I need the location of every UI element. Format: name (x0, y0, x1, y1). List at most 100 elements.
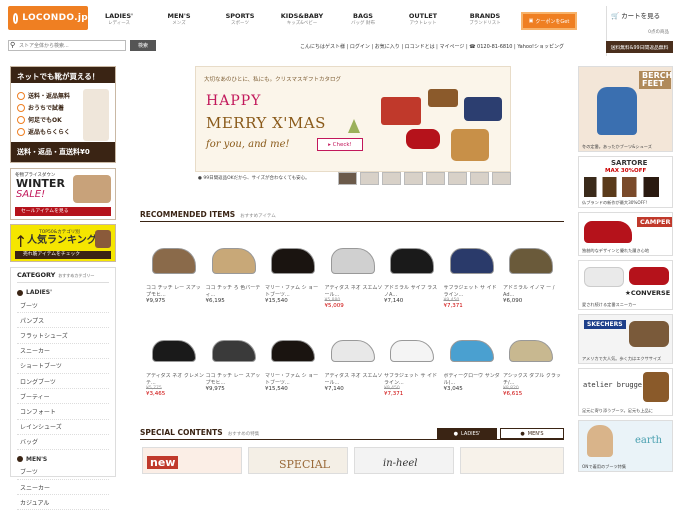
boot-image (643, 372, 669, 402)
logo-mark-icon (13, 12, 19, 24)
special-promo[interactable]: in-heel (354, 447, 454, 474)
category-item[interactable]: スニーカー (17, 480, 109, 496)
special-promo[interactable] (460, 447, 564, 474)
category-item[interactable]: コンフォート (17, 404, 109, 420)
product-card[interactable]: ココ チッチ ろ 色パーティ... ¥6,195 (206, 238, 264, 304)
winter-sale-banner[interactable]: 冬物プライスダウン WINTER SALE! セールアイテムを見る (10, 168, 116, 220)
free-shipping-badge[interactable]: 送料無料&99日間返品無料 (606, 41, 673, 53)
tab-mens[interactable]: ● MEN'S (500, 428, 564, 439)
right-banner-sartore[interactable]: SARTORE MAX 30%OFF 仏ブランドの新作が最大30%OFF! (578, 156, 673, 208)
nav-ladies[interactable]: LADIES' レディース (100, 12, 138, 28)
search-input[interactable] (8, 40, 126, 51)
nav-label: BRANDS (469, 12, 501, 20)
product-name: サフラジェット サ イドライン... (443, 285, 497, 298)
product-name: アドミラル イノマ ー / Ad... (503, 285, 555, 298)
delivery-illustration (83, 89, 109, 141)
boots-image (73, 175, 111, 203)
logo[interactable]: LOCONDO.jp (8, 6, 88, 30)
right-banner-berch[interactable]: BERCH FEET 冬の定番。あったかブーツ&シューズ (578, 66, 673, 152)
category-item[interactable]: ブーツ (17, 298, 109, 314)
right-banner-camper[interactable]: CAMPER 独創的なデザインと優れた履き心地 (578, 212, 673, 256)
category-item[interactable]: フラットシューズ (17, 328, 109, 344)
product-card[interactable]: アシックス ダブル クラッチ/... ¥8,820 ¥6,615 (503, 326, 561, 397)
top-links[interactable]: こんにちはゲスト様 | ログイン | お気に入り | ロコンドとは | マイペー… (300, 43, 564, 50)
sneaker-image (584, 267, 624, 287)
nav-kids[interactable]: KIDS&BABY キッズ&ベビー (278, 12, 326, 28)
nav-label: MEN'S (167, 12, 191, 20)
nav-brands[interactable]: BRANDS ブランドリスト (463, 12, 507, 28)
category-item[interactable]: バッグ (17, 435, 109, 450)
product-sale-price: ¥5,009 (324, 303, 344, 309)
category-item[interactable]: ブーティー (17, 389, 109, 405)
banner-thumb[interactable] (470, 172, 489, 185)
tab-ladies[interactable]: ● LADIES' (437, 428, 497, 439)
search-button[interactable]: 検索 (130, 40, 156, 51)
category-item[interactable]: ショートブーツ (17, 359, 109, 374)
cart-link[interactable]: 🛒 カートを見る (611, 10, 669, 20)
banner-thumb[interactable] (382, 172, 401, 185)
special-promo[interactable]: SPECIAL (248, 447, 348, 474)
product-price: ¥7,140 (384, 298, 404, 304)
campaign-box[interactable]: ネットでも靴が買える！ 送料・返品無料 おうちで試着 何足でもOK 返品もらくら… (10, 66, 116, 163)
check-button[interactable]: ▸ Check! (317, 138, 363, 151)
right-title: BERCH FEET (639, 71, 672, 89)
category-item[interactable]: ブーツ (17, 465, 109, 481)
product-card[interactable]: ココ チッチ レー スアップモヒ... ¥9,975 (146, 238, 204, 304)
product-price: ¥7,140 (324, 386, 344, 392)
banner-thumb[interactable] (492, 172, 511, 185)
product-card[interactable]: アディダス ネオ クレメンテ... ¥5,775 ¥3,465 (146, 326, 204, 397)
christmas-banner[interactable]: 大切なあのひとに、私にも。クリスマスギフトカタログ HAPPY MERRY X'… (195, 66, 511, 172)
right-badge: MAX 30%OFF (605, 168, 647, 174)
right-banner-converse[interactable]: ★CONVERSE 愛され続ける定番スニーカー (578, 260, 673, 310)
category-item[interactable]: ロングブーツ (17, 374, 109, 390)
product-card[interactable]: アドミラル サイブ ラスノA... ¥7,140 (384, 238, 442, 304)
product-name: マリー・ファム シ ョートブーツ... (265, 285, 319, 298)
banner-thumb[interactable] (426, 172, 445, 185)
banner-thumb[interactable] (360, 172, 379, 185)
product-card[interactable]: アディダス ネオ スエムソール... ¥7,140 (325, 326, 383, 392)
winter-sale-button[interactable]: セールアイテムを見る (15, 207, 111, 216)
search-bar: ⚲ 検索 (8, 40, 156, 51)
product-card[interactable]: サフラジェット サ イドライン... ¥9,450 ¥7,371 (384, 326, 442, 397)
right-banner-earth[interactable]: earth ONで着用のブーツ特集 (578, 420, 673, 472)
product-card[interactable]: マリー・ファム シ ョートブーツ... ¥15,540 (265, 238, 323, 304)
coupon-button[interactable]: ▣ クーポンをGet (521, 12, 577, 30)
banner-thumb[interactable] (404, 172, 423, 185)
product-card[interactable]: アディダス ネオ スエムソール... ¥5,880 ¥5,009 (325, 238, 383, 309)
category-ladies[interactable]: LADIES' (17, 289, 109, 296)
nav-bags[interactable]: BAGS バッグ 財布 (343, 12, 383, 28)
nav-sub: スポーツ (231, 21, 249, 26)
gift-bag-image (381, 97, 421, 125)
product-card[interactable]: サフラジェット サ イドライン... ¥9,450 ¥7,371 (444, 238, 502, 309)
nav-outlet[interactable]: OUTLET アウトレット (403, 12, 443, 28)
promo-label: SPECIAL (279, 458, 330, 471)
ranking-button[interactable]: 売れ筋アイテムをチェック (15, 251, 111, 259)
right-title: CAMPER (637, 217, 672, 227)
category-item[interactable]: スニーカー (17, 344, 109, 359)
banner-line2: HAPPY (206, 93, 262, 109)
banner-thumb[interactable] (448, 172, 467, 185)
product-price: ¥9,975 (205, 386, 225, 392)
promo-label: in-heel (383, 458, 418, 469)
ranking-banner[interactable]: ↑ TOP50&カテゴリ別 人気ランキング 売れ筋アイテムをチェック (10, 224, 116, 262)
nav-sports[interactable]: SPORTS スポーツ (220, 12, 260, 28)
cart-icon: 🛒 (611, 12, 620, 20)
special-promo[interactable]: new (142, 447, 242, 474)
product-sale-price: ¥7,371 (384, 391, 404, 397)
right-banner-skechers[interactable]: SKECHERS アメリカで大人気。歩く力はエクササイズ (578, 314, 673, 364)
product-card[interactable]: マリー・ファム シ ョートブーツ... ¥15,540 (265, 326, 323, 392)
category-item[interactable]: レインシューズ (17, 420, 109, 435)
category-item[interactable]: カジュアル (17, 495, 109, 510)
nav-sub: ブランドリスト (469, 21, 501, 26)
product-card[interactable]: ボディーグローヴ サンダル(... ¥3,045 (444, 326, 502, 392)
right-banner-atelier[interactable]: atelier brugge 足元に寄り添うブーツ。足元も上品に (578, 368, 673, 416)
right-caption: 仏ブランドの新作が最大30%OFF! (582, 200, 648, 205)
product-image (503, 326, 561, 371)
promo-label: new (147, 456, 179, 469)
product-card[interactable]: アドミラル イノマ ー / Ad... ¥6,090 (503, 238, 561, 304)
nav-mens[interactable]: MEN'S メンズ (160, 12, 198, 28)
category-mens[interactable]: MEN'S (17, 456, 109, 463)
banner-thumb[interactable] (338, 172, 357, 185)
product-card[interactable]: ココ チッチ レー スアップモヒ... ¥9,975 (206, 326, 264, 392)
category-item[interactable]: パンプス (17, 313, 109, 329)
